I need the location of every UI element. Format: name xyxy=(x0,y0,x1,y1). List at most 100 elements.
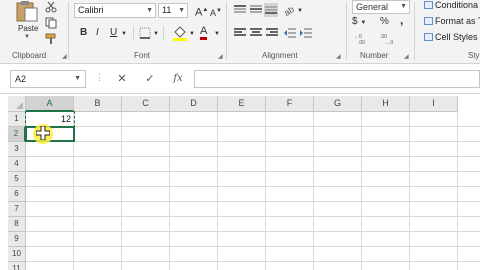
bottom-align-button[interactable] xyxy=(264,3,278,17)
formula-input[interactable] xyxy=(194,70,480,88)
spreadsheet-grid: ABCDEFGHI 1 2 3 4 5 6 7 8 9 10 11 12 xyxy=(0,96,480,270)
underline-dropdown-icon[interactable]: ▼ xyxy=(121,28,127,40)
toolbar-divider xyxy=(133,26,134,40)
number-format-value: General xyxy=(356,2,389,12)
format-as-table-icon xyxy=(424,17,433,25)
grow-font-button[interactable]: A▲ xyxy=(195,4,208,19)
chevron-down-icon: ▼ xyxy=(400,3,407,10)
decrease-decimal-icon[interactable]: .00 →.0 xyxy=(380,32,400,44)
paste-dropdown-icon[interactable]: ▼ xyxy=(24,34,30,40)
toolbar-divider xyxy=(163,26,164,40)
align-center-icon[interactable] xyxy=(250,28,262,38)
top-align-icon[interactable] xyxy=(234,5,246,15)
row-header-7[interactable]: 7 xyxy=(8,202,26,217)
borders-icon[interactable] xyxy=(139,27,153,39)
chevron-down-icon: ▼ xyxy=(74,75,81,82)
orientation-dropdown-icon[interactable]: ▼ xyxy=(297,5,303,17)
enter-icon[interactable]: ✓ xyxy=(140,70,160,88)
row-header-3[interactable]: 3 xyxy=(8,142,26,157)
row-header-8[interactable]: 8 xyxy=(8,217,26,232)
cell-styles-icon xyxy=(424,33,433,41)
bold-button[interactable]: B xyxy=(80,27,87,39)
cancel-icon[interactable]: ✕ xyxy=(112,70,132,88)
column-header-h[interactable]: H xyxy=(362,96,410,112)
styles-group-label: Sty xyxy=(468,51,480,60)
row-header-1[interactable]: 1 xyxy=(8,112,26,127)
font-group-label: Font xyxy=(134,51,151,60)
row-header-5[interactable]: 5 xyxy=(8,172,26,187)
format-painter-icon xyxy=(45,33,56,44)
clipboard-group-label: Clipboard xyxy=(12,51,47,60)
ribbon-divider xyxy=(226,2,227,60)
name-box-value: A2 xyxy=(15,74,27,84)
name-box[interactable]: A2 ▼ xyxy=(10,70,86,88)
select-all-button[interactable] xyxy=(8,96,26,112)
cell-area[interactable] xyxy=(26,112,480,270)
clipboard-launcher-icon[interactable]: ◢ xyxy=(62,53,67,60)
paste-button[interactable]: Paste ▼ xyxy=(8,0,48,44)
font-color-dropdown-icon[interactable]: ▼ xyxy=(214,28,220,40)
format-as-table-button[interactable]: Format as T xyxy=(424,16,480,26)
increase-decimal-icon[interactable]: ←0 .00 xyxy=(354,32,374,44)
comma-button[interactable]: , xyxy=(400,14,403,26)
column-header-d[interactable]: D xyxy=(170,96,218,112)
insert-function-button[interactable]: fx xyxy=(168,70,188,88)
row-header-6[interactable]: 6 xyxy=(8,187,26,202)
font-name-select[interactable]: Calibri ▼ xyxy=(74,3,156,18)
row-header-9[interactable]: 9 xyxy=(8,232,26,247)
column-header-g[interactable]: G xyxy=(314,96,362,112)
cell-styles-label: Cell Styles xyxy=(435,32,478,42)
chevron-down-icon: ▼ xyxy=(178,7,185,14)
currency-glyph: $ xyxy=(352,16,358,27)
format-painter-button[interactable] xyxy=(44,33,58,45)
decrease-indent-icon[interactable] xyxy=(283,27,297,39)
percent-button[interactable]: % xyxy=(380,16,389,28)
row-header-4[interactable]: 4 xyxy=(8,157,26,172)
column-header-e[interactable]: E xyxy=(218,96,266,112)
cut-button[interactable] xyxy=(44,1,58,13)
row-header-10[interactable]: 10 xyxy=(8,247,26,262)
paste-label: Paste xyxy=(18,24,39,33)
number-launcher-icon[interactable]: ◢ xyxy=(404,53,409,60)
row-header-11[interactable]: 11 xyxy=(8,262,26,270)
font-launcher-icon[interactable]: ◢ xyxy=(218,53,223,60)
row-header-2[interactable]: 2 xyxy=(8,127,26,142)
conditional-formatting-button[interactable]: Conditiona xyxy=(424,0,478,10)
number-group-label: Number xyxy=(360,51,389,60)
column-header-i[interactable]: I xyxy=(410,96,458,112)
paste-icon xyxy=(16,1,38,22)
underline-button[interactable]: U xyxy=(110,27,117,39)
select-all-icon xyxy=(16,102,23,109)
column-header-f[interactable]: F xyxy=(266,96,314,112)
cell-styles-button[interactable]: Cell Styles xyxy=(424,32,478,42)
currency-button[interactable]: $ ▼ xyxy=(352,16,366,29)
font-size-select[interactable]: 11 ▼ xyxy=(158,3,188,18)
font-name-value: Calibri xyxy=(78,5,104,15)
middle-align-icon[interactable] xyxy=(250,5,262,15)
fill-color-icon[interactable] xyxy=(172,25,188,41)
column-header-a[interactable]: A xyxy=(26,96,74,112)
svg-text:.00: .00 xyxy=(358,40,365,44)
formula-bar-resize-handle[interactable]: ⋮ xyxy=(95,72,104,83)
cell-cursor-icon xyxy=(36,126,50,140)
copy-button[interactable] xyxy=(44,17,58,29)
ribbon-divider xyxy=(346,2,347,60)
column-header-c[interactable]: C xyxy=(122,96,170,112)
increase-indent-icon[interactable] xyxy=(299,27,313,39)
conditional-formatting-icon xyxy=(424,1,433,9)
conditional-formatting-label: Conditiona xyxy=(435,0,479,10)
shrink-font-button[interactable]: A▼ xyxy=(210,5,222,19)
number-format-select[interactable]: General ▼ xyxy=(352,0,410,14)
borders-dropdown-icon[interactable]: ▼ xyxy=(153,28,159,40)
font-size-value: 11 xyxy=(162,5,172,15)
bottom-align-icon xyxy=(265,6,277,16)
align-right-icon[interactable] xyxy=(266,28,278,38)
align-left-icon[interactable] xyxy=(234,28,246,38)
italic-button[interactable]: I xyxy=(96,27,99,39)
column-header-b[interactable]: B xyxy=(74,96,122,112)
font-color-button[interactable]: A xyxy=(200,25,208,40)
fill-color-dropdown-icon[interactable]: ▼ xyxy=(189,28,195,40)
alignment-launcher-icon[interactable]: ◢ xyxy=(336,53,341,60)
ribbon-divider xyxy=(68,2,69,60)
orientation-icon[interactable]: ab xyxy=(283,3,297,17)
